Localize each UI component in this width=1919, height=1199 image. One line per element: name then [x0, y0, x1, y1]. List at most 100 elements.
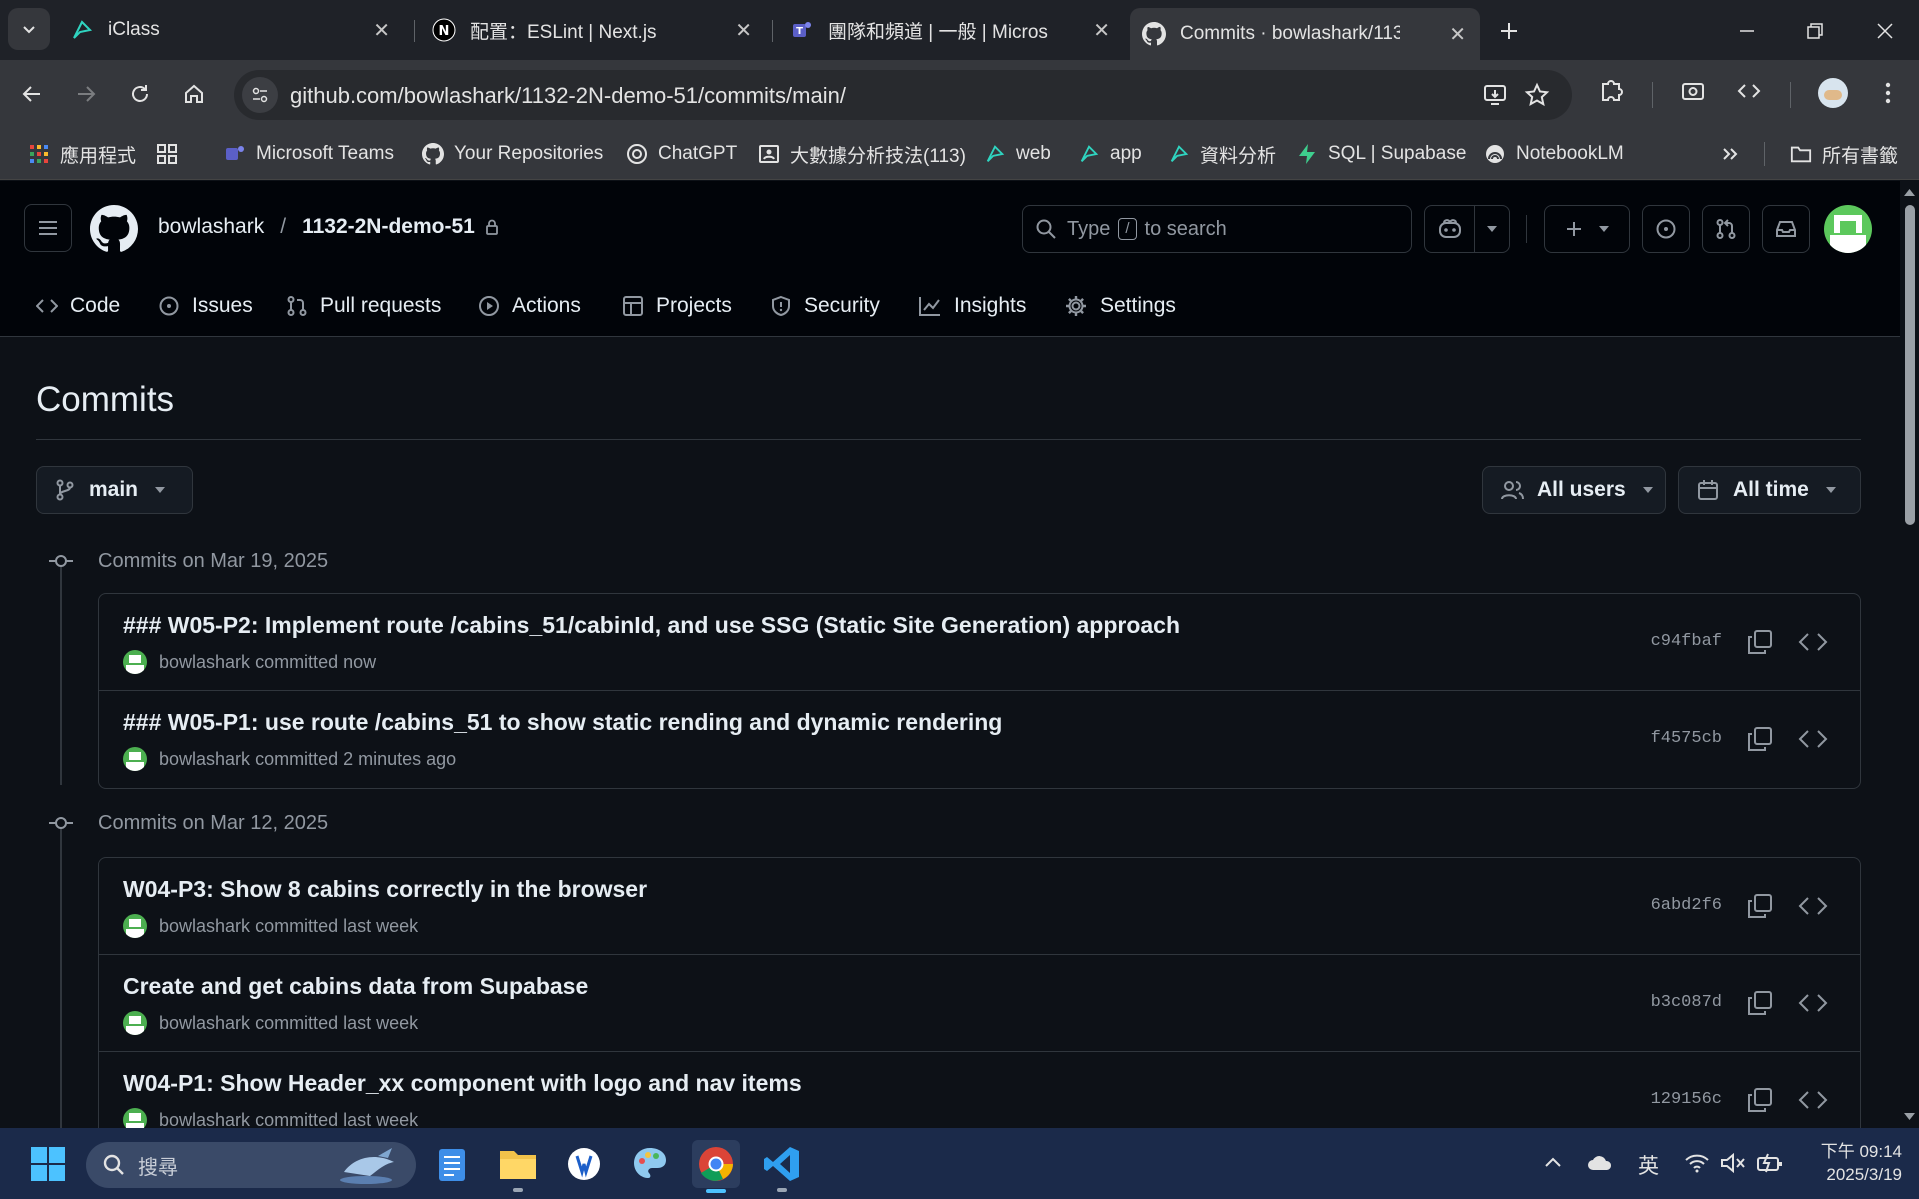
close-window-button[interactable] [1868, 14, 1902, 48]
author-name[interactable]: bowlashark [159, 1110, 250, 1129]
inbox-button[interactable] [1762, 205, 1810, 253]
bookmark-notebooklm[interactable]: NotebookLM [1484, 139, 1624, 169]
browser-tab-iclass[interactable]: iClass ✕ [58, 10, 404, 50]
address-bar[interactable]: github.com/bowlashark/1132-2N-demo-51/co… [234, 70, 1572, 120]
bookmark-chatgpt[interactable]: ChatGPT [626, 139, 737, 169]
devtools-button[interactable] [1736, 78, 1762, 104]
author-name[interactable]: bowlashark [159, 916, 250, 937]
start-button[interactable] [24, 1140, 72, 1188]
commit-title[interactable]: Create and get cabins data from Supabase [123, 973, 588, 1000]
tab-issues[interactable]: Issues [158, 289, 253, 323]
bookmark-bigdata[interactable]: 大數據分析技法(113) [758, 139, 966, 169]
ime-indicator[interactable]: 英 [1638, 1150, 1659, 1180]
copy-icon[interactable] [1746, 725, 1774, 753]
tab-insights[interactable]: Insights [918, 289, 1026, 323]
copy-icon[interactable] [1746, 628, 1774, 656]
commit-row[interactable]: W04-P3: Show 8 cabins correctly in the b… [99, 858, 1860, 955]
bookmark-web[interactable]: web [984, 139, 1051, 169]
bookmark-data-analysis[interactable]: 資料分析 [1168, 139, 1276, 169]
scroll-down-arrow-icon[interactable] [1900, 1110, 1919, 1124]
taskbar-paint-app[interactable] [626, 1140, 674, 1188]
bookmark-your-repositories[interactable]: Your Repositories [422, 139, 603, 169]
site-info-button[interactable] [242, 77, 278, 113]
global-menu-button[interactable] [24, 204, 72, 252]
bookmark-app[interactable]: app [1078, 139, 1142, 169]
clock[interactable]: 下午 09:14 2025/3/19 [1806, 1140, 1902, 1186]
close-tab-icon[interactable]: ✕ [735, 18, 752, 43]
page-scrollbar[interactable] [1900, 181, 1919, 1128]
branch-selector[interactable]: main [36, 466, 193, 514]
author-name[interactable]: bowlashark [159, 749, 250, 770]
forward-button[interactable] [68, 76, 104, 112]
commit-row[interactable]: W04-P1: Show Header_xx component with lo… [99, 1052, 1860, 1128]
browse-code-icon[interactable] [1798, 628, 1828, 656]
commit-row[interactable]: ### W05-P2: Implement route /cabins_51/c… [99, 594, 1860, 691]
bookmark-star-button[interactable] [1524, 82, 1550, 108]
install-app-button[interactable] [1482, 82, 1508, 108]
taskbar-search[interactable]: 搜尋 [86, 1142, 416, 1188]
browse-code-icon[interactable] [1798, 1086, 1828, 1114]
owner-link[interactable]: bowlashark [158, 215, 264, 239]
profile-avatar[interactable] [1818, 78, 1848, 108]
copilot-button[interactable] [1424, 205, 1510, 253]
close-tab-icon[interactable]: ✕ [1449, 22, 1466, 47]
tab-pull-requests[interactable]: Pull requests [286, 289, 441, 323]
author-name[interactable]: bowlashark [159, 652, 250, 673]
author-avatar[interactable] [123, 1108, 147, 1128]
back-button[interactable] [14, 76, 50, 112]
close-tab-icon[interactable]: ✕ [1093, 18, 1110, 43]
users-filter[interactable]: All users [1482, 466, 1666, 514]
copy-icon[interactable] [1746, 892, 1774, 920]
show-hidden-icons-button[interactable] [1542, 1152, 1564, 1174]
tab-actions[interactable]: Actions [478, 289, 581, 323]
home-button[interactable] [176, 76, 212, 112]
taskbar-file-explorer[interactable] [494, 1140, 542, 1192]
author-avatar[interactable] [123, 1011, 147, 1035]
commit-row[interactable]: ### W05-P1: use route /cabins_51 to show… [99, 691, 1860, 788]
bookmark-teams[interactable]: Microsoft Teams [224, 139, 394, 169]
all-bookmarks-button[interactable]: 所有書籤 [1790, 139, 1898, 169]
browse-code-icon[interactable] [1798, 989, 1828, 1017]
restore-button[interactable] [1798, 14, 1832, 48]
browse-code-icon[interactable] [1798, 892, 1828, 920]
tab-security[interactable]: Security [770, 289, 880, 323]
more-bookmarks-button[interactable] [1720, 139, 1740, 169]
extensions-button[interactable] [1598, 76, 1626, 104]
close-tab-icon[interactable]: ✕ [373, 18, 390, 43]
author-avatar[interactable] [123, 747, 147, 771]
taskbar-chrome[interactable] [692, 1140, 740, 1193]
browser-tab-teams[interactable]: T 團隊和頻道 | 一般 | Microsoft Teams ✕ [778, 10, 1124, 50]
tab-list-button[interactable] [8, 8, 50, 50]
tab-settings[interactable]: Settings [1064, 289, 1176, 323]
commit-sha[interactable]: c94fbaf [1651, 632, 1722, 651]
tab-code[interactable]: Code [36, 289, 120, 323]
commit-title[interactable]: W04-P1: Show Header_xx component with lo… [123, 1070, 802, 1097]
commit-sha[interactable]: 6abd2f6 [1651, 896, 1722, 915]
repo-link[interactable]: 1132-2N-demo-51 [302, 215, 475, 239]
scroll-up-arrow-icon[interactable] [1900, 185, 1919, 199]
minimize-button[interactable] [1730, 14, 1764, 48]
commit-sha[interactable]: b3c087d [1651, 993, 1722, 1012]
author-avatar[interactable] [123, 914, 147, 938]
taskbar-vscode[interactable] [758, 1140, 806, 1192]
reload-button[interactable] [122, 76, 158, 112]
commit-title[interactable]: ### W05-P2: Implement route /cabins_51/c… [123, 612, 1180, 639]
onedrive-tray-icon[interactable] [1586, 1152, 1614, 1174]
search-input[interactable]: Type / to search [1022, 205, 1412, 253]
issues-button[interactable] [1642, 205, 1690, 253]
author-avatar[interactable] [123, 650, 147, 674]
wifi-tray-icon[interactable] [1684, 1152, 1710, 1174]
bookmark-apps[interactable]: 應用程式 [28, 139, 136, 169]
copy-icon[interactable] [1746, 989, 1774, 1017]
commit-title[interactable]: W04-P3: Show 8 cabins correctly in the b… [123, 876, 647, 903]
battery-tray-icon[interactable] [1756, 1152, 1784, 1174]
pull-requests-button[interactable] [1702, 205, 1750, 253]
browse-code-icon[interactable] [1798, 725, 1828, 753]
screenshot-button[interactable] [1680, 78, 1706, 104]
user-avatar[interactable] [1824, 205, 1872, 253]
chrome-menu-button[interactable] [1876, 80, 1900, 106]
tab-groups-button[interactable] [156, 139, 188, 169]
author-name[interactable]: bowlashark [159, 1013, 250, 1034]
copy-icon[interactable] [1746, 1086, 1774, 1114]
commit-row[interactable]: Create and get cabins data from Supabase… [99, 955, 1860, 1052]
